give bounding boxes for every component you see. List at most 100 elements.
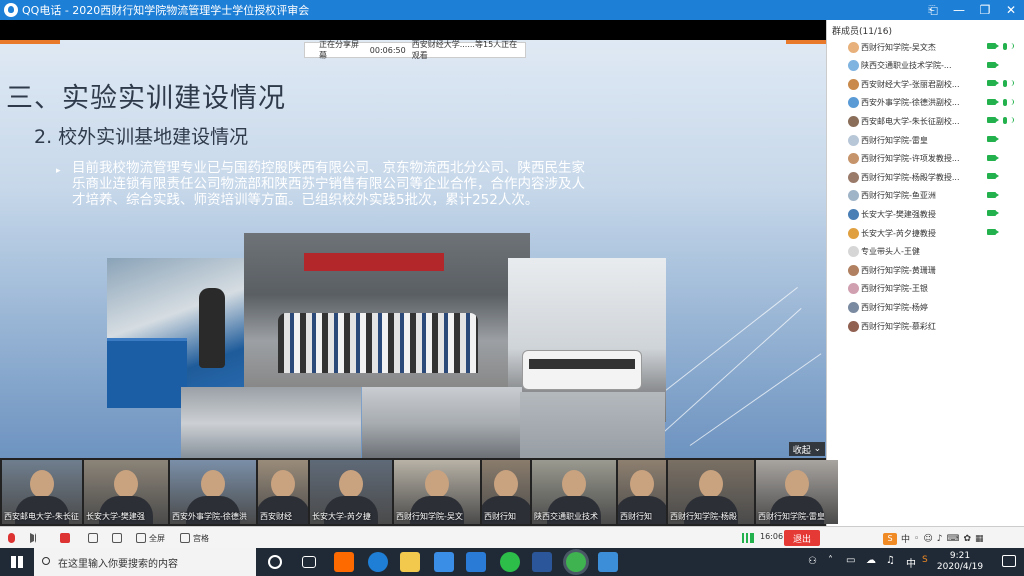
member-item[interactable]: 长安大学-樊建强教授: [827, 205, 1024, 223]
avatar: [848, 190, 859, 202]
member-item[interactable]: 西安外事学院-徐德洪副校...: [827, 94, 1024, 112]
mic-toggle[interactable]: [8, 532, 18, 544]
camera-on-icon: [987, 191, 999, 198]
gallery-button[interactable]: 宫格: [180, 532, 209, 544]
store-icon[interactable]: [434, 552, 454, 572]
slide-title: 三、实验实训建设情况: [6, 83, 286, 114]
video-tile[interactable]: 西安邮电大学-朱长征: [2, 460, 82, 524]
explorer-icon[interactable]: [400, 552, 420, 572]
ime-lang[interactable]: 中: [901, 532, 910, 545]
fullscreen-label: 全屏: [149, 533, 165, 543]
bus-shape: [522, 350, 642, 390]
start-button[interactable]: [0, 548, 34, 576]
avatar: [848, 227, 859, 239]
close-icon[interactable]: ✕: [998, 0, 1024, 20]
avatar: [848, 97, 859, 109]
leave-button[interactable]: 退出: [784, 530, 820, 546]
member-name: 西安邮电大学-朱长征副校...: [861, 116, 960, 126]
video-tile[interactable]: 陕西交通职业技术: [532, 460, 616, 524]
avatar: [848, 115, 859, 127]
member-item[interactable]: 专业带头人-王健: [827, 243, 1024, 261]
member-item[interactable]: 西财行知学院-黄珊珊: [827, 261, 1024, 279]
fullscreen-button[interactable]: 全屏: [136, 532, 165, 544]
member-item[interactable]: 长安大学-芮夕捷教授: [827, 224, 1024, 242]
tray-network-icon[interactable]: ▭: [846, 555, 855, 566]
camera-on-icon: [987, 154, 999, 161]
task-view-icon[interactable]: [302, 556, 316, 568]
edge-icon[interactable]: [368, 552, 388, 572]
mi-icon[interactable]: [334, 552, 354, 572]
video-tile[interactable]: 西财行知学院-杨殿: [668, 460, 754, 524]
video-tile[interactable]: 长安大学-樊建强: [84, 460, 168, 524]
member-item[interactable]: 西财行知学院-雷皇: [827, 131, 1024, 149]
maximize-icon[interactable]: ❐: [972, 0, 998, 20]
video-tile[interactable]: 西财行知学院-吴文: [394, 460, 480, 524]
screen-share-button[interactable]: [88, 532, 101, 544]
video-label: 西安财经: [260, 512, 292, 521]
member-name: 西财行知学院-杨婷: [861, 302, 928, 312]
tray-volume-icon[interactable]: ♫: [886, 555, 895, 566]
red-banner: [304, 253, 444, 271]
speaker-toggle[interactable]: [30, 532, 39, 544]
mail-icon[interactable]: [466, 552, 486, 572]
tray-ime-icon[interactable]: 中: [906, 555, 916, 570]
word-icon[interactable]: [532, 552, 552, 572]
whiteboard-button[interactable]: [112, 532, 125, 544]
video-tile[interactable]: 西安财经: [258, 460, 308, 524]
shared-screen: 三、实验实训建设情况 2. 校外实训基地建设情况 ▸ 目前我校物流管理专业已与国…: [0, 20, 826, 458]
member-item[interactable]: 西安财经大学-张丽君副校...: [827, 75, 1024, 93]
skin-icon[interactable]: ✿: [963, 534, 971, 544]
member-item[interactable]: 西财行知学院-鱼亚洲: [827, 187, 1024, 205]
member-item[interactable]: 西安邮电大学-朱长征副校...: [827, 112, 1024, 130]
member-item[interactable]: 西财行知学院-慕彩红: [827, 317, 1024, 335]
member-item[interactable]: 西财行知学院-吴文杰: [827, 38, 1024, 56]
video-tile[interactable]: 西财行知: [482, 460, 530, 524]
video-tile[interactable]: 西财行知: [618, 460, 666, 524]
taskbar-search[interactable]: 在这里输入你要搜索的内容: [34, 548, 256, 576]
tray-sogou-icon[interactable]: S: [922, 555, 928, 565]
tray-chevron-icon[interactable]: ˄: [828, 555, 833, 566]
wechat-icon[interactable]: [500, 552, 520, 572]
ime-toolbar: S 中 ◦ ☺ ♪ ⌨ ✿ ▦: [883, 532, 984, 545]
mic-off-icon: [8, 533, 15, 543]
camera-toggle[interactable]: [60, 532, 73, 544]
pin-icon[interactable]: ⎗: [920, 0, 946, 20]
camera-on-icon: [987, 136, 999, 142]
menu-icon[interactable]: ▦: [975, 534, 984, 544]
camera-on-icon: [987, 229, 999, 235]
cortana-icon[interactable]: [268, 555, 282, 569]
member-item[interactable]: 西财行知学院-许项发教授...: [827, 150, 1024, 168]
voice-icon[interactable]: ♪: [937, 534, 943, 544]
avatar: [848, 246, 859, 258]
slide-accent-left: [0, 40, 60, 44]
workshop-photo: [520, 392, 665, 458]
presentation-slide: 三、实验实训建设情况 2. 校外实训基地建设情况 ▸ 目前我校物流管理专业已与国…: [0, 40, 826, 458]
keyboard-icon[interactable]: ⌨: [946, 534, 959, 544]
qq-call-icon[interactable]: [566, 552, 586, 572]
collapse-button[interactable]: 收起 ⌄: [789, 442, 825, 456]
tray-people-icon[interactable]: ⚇: [808, 556, 817, 567]
member-item[interactable]: 西财行知学院-杨殿学教授...: [827, 168, 1024, 186]
video-tile[interactable]: 长安大学-芮夕捷: [310, 460, 392, 524]
computer-lab-photo: [362, 387, 522, 458]
speaker-icon: [30, 533, 36, 543]
notification-icon[interactable]: [1002, 555, 1016, 567]
member-item[interactable]: 陕西交通职业技术学院-...: [827, 57, 1024, 75]
system-clock[interactable]: 9:21 2020/4/19: [930, 551, 990, 573]
minimize-icon[interactable]: —: [946, 0, 972, 20]
photos-icon[interactable]: [598, 552, 618, 572]
tray-cloud-icon[interactable]: ☁: [866, 555, 876, 566]
video-label: 西财行知: [620, 512, 652, 521]
emoji-icon[interactable]: ☺: [923, 534, 932, 544]
member-count: 群成员(11/16): [832, 27, 892, 37]
member-item[interactable]: 西财行知学院-杨婷: [827, 298, 1024, 316]
sogou-icon[interactable]: S: [883, 532, 897, 545]
fullscreen-icon: [136, 533, 146, 543]
clock-date: 2020/4/19: [936, 562, 984, 572]
punctuation-icon[interactable]: ◦: [914, 534, 919, 544]
gallery-label: 宫格: [193, 533, 209, 543]
video-tile[interactable]: 西财行知学院-雷皇: [756, 460, 838, 524]
member-item[interactable]: 西财行知学院-王银: [827, 280, 1024, 298]
video-tile[interactable]: 西安外事学院-徐德洪: [170, 460, 256, 524]
member-panel: 群成员(11/16) 西财行知学院-吴文杰 陕西交通职业技术学院-... 西安财经大…: [826, 20, 1024, 548]
